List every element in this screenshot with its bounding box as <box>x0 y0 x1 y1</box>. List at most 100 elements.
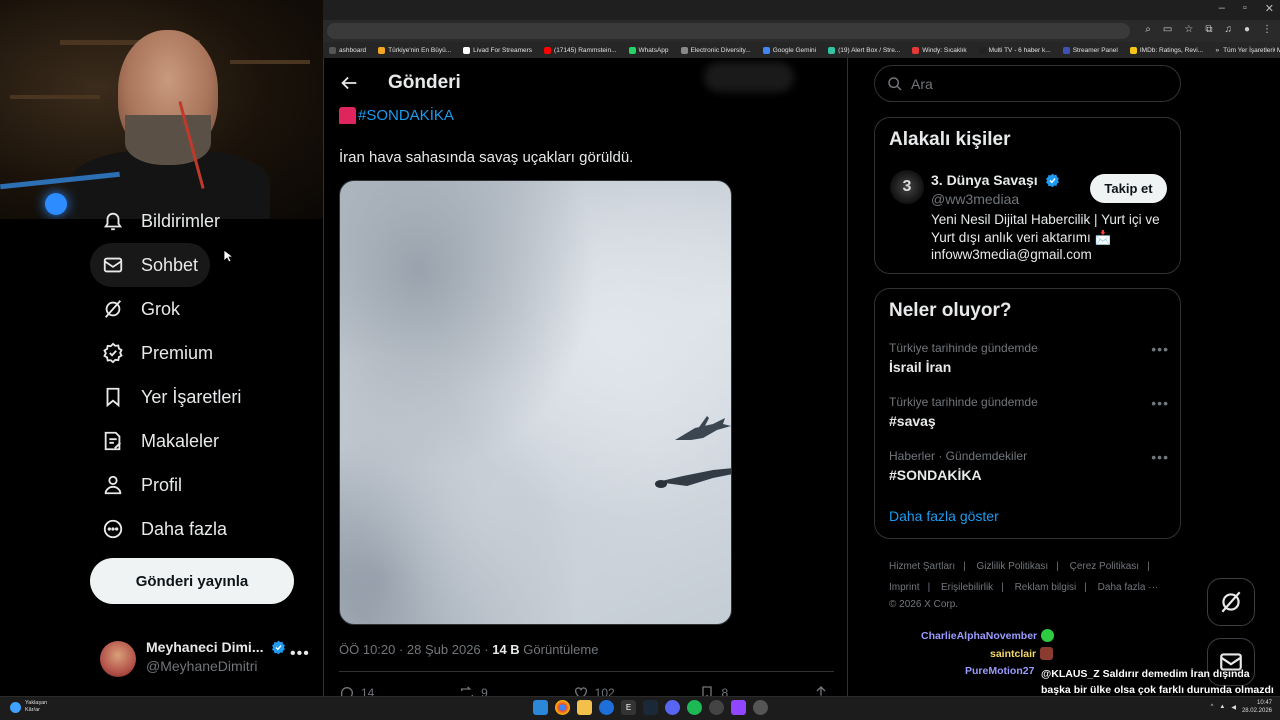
nav-item-grok[interactable]: Grok <box>90 287 192 331</box>
nav-item-articles[interactable]: Makaleler <box>90 419 231 463</box>
maximize-icon[interactable]: ▫ <box>1243 2 1247 15</box>
grok-floating-button[interactable] <box>1207 578 1255 626</box>
reply-button[interactable]: 14 <box>339 684 374 696</box>
bookmark-label: Türkiye'nin En Büyü... <box>388 46 452 54</box>
weather-widget[interactable]: Yaklaşan Kâr/ar <box>10 700 47 714</box>
panel-title: Alakalı kişiler <box>889 129 1011 150</box>
trend-item[interactable]: Türkiye tarihinde gündemde İsrail İran •… <box>889 341 1169 375</box>
nav-item-profile[interactable]: Profil <box>90 463 194 507</box>
hashtag-link[interactable]: #SONDAKİKA <box>358 107 454 124</box>
like-button[interactable]: 102 <box>573 684 615 696</box>
trend-more-icon[interactable]: ••• <box>1151 449 1169 465</box>
chevron-up-icon[interactable]: ^ <box>1211 704 1214 710</box>
file-explorer-icon[interactable] <box>577 700 592 715</box>
account-switcher[interactable]: Meyhaneci Dimi... @MeyhaneDimitri ••• <box>100 637 310 677</box>
microphone <box>45 193 67 215</box>
address-bar[interactable] <box>327 23 1130 39</box>
show-more-link[interactable]: Daha fazla göster <box>889 508 999 524</box>
clock-date: 28.02.2026 <box>1241 708 1272 714</box>
repost-button[interactable]: 9 <box>459 684 488 696</box>
nav-item-premium[interactable]: Premium <box>90 331 225 375</box>
bookmark-favicon-icon <box>828 46 836 54</box>
bookmark-item[interactable]: Türkiye'nin En Büyü... <box>372 46 457 54</box>
back-arrow-icon[interactable] <box>338 72 360 94</box>
bookmark-item[interactable]: Multi TV - 6 haber k... <box>973 46 1057 54</box>
media-icon[interactable]: ♫ <box>1224 24 1232 35</box>
search-box[interactable] <box>874 65 1181 102</box>
account-more-icon[interactable]: ••• <box>290 645 310 663</box>
network-icon[interactable]: ▲ <box>1219 704 1225 710</box>
share-button[interactable] <box>813 684 829 696</box>
profile-icon[interactable]: ● <box>1244 24 1250 35</box>
bookmark-item[interactable]: Google Gemini <box>757 46 822 54</box>
trend-item[interactable]: Türkiye tarihinde gündemde #savaş ••• <box>889 395 1169 429</box>
bell-icon <box>102 210 124 232</box>
chat-line: CharlieAlphaNovember <box>921 629 1055 642</box>
app-icon[interactable] <box>731 700 746 715</box>
app-icon[interactable] <box>753 700 768 715</box>
trend-context: Haberler · Gündemdekiler <box>889 449 1028 463</box>
footer-ads-link[interactable]: Reklam bilgisi <box>1015 582 1077 593</box>
post-timestamp[interactable]: ÖÖ 10:20 · 28 Şub 2026 · <box>339 642 492 657</box>
discord-icon[interactable] <box>665 700 680 715</box>
bookmark-item[interactable]: Streamer Panel <box>1057 46 1124 54</box>
close-icon[interactable]: ✕ <box>1265 2 1274 15</box>
bookmark-label: (19) Alert Box / Stre... <box>838 46 901 54</box>
repost-count: 9 <box>481 686 488 696</box>
bookmark-item[interactable]: Electronic Diversity... <box>675 46 757 54</box>
extensions-icon[interactable]: ⧉ <box>1205 24 1212 35</box>
bookmark-item[interactable]: (19) Alert Box / Stre... <box>822 46 906 54</box>
avatar[interactable]: 3 <box>890 170 924 204</box>
footer-cookies-link[interactable]: Çerez Politikası <box>1070 561 1139 572</box>
bookmark-item[interactable]: (17145) Rammstein... <box>538 46 623 54</box>
zoom-icon[interactable]: ⌕ <box>1145 24 1151 35</box>
menu-icon[interactable]: ⋮ <box>1262 24 1272 35</box>
chrome-icon[interactable] <box>555 700 570 715</box>
heart-icon <box>574 687 587 696</box>
steam-icon[interactable] <box>643 700 658 715</box>
footer-terms-link[interactable]: Hizmet Şartları <box>889 561 955 572</box>
app-icon[interactable] <box>599 700 614 715</box>
related-user-handle[interactable]: @ww3mediaa <box>931 191 1019 207</box>
post-button[interactable]: Gönderi yayınla <box>90 558 294 604</box>
trend-more-icon[interactable]: ••• <box>1151 341 1169 357</box>
bookmark-item[interactable]: IMDb: Ratings, Revi... <box>1124 46 1209 54</box>
bookmark-label: (17145) Rammstein... <box>554 46 617 54</box>
all-bookmarks-folder[interactable]: Tüm Yer İşaretleri <box>1223 47 1274 54</box>
bookmark-item[interactable]: Windy: Sıcaklık <box>906 46 972 54</box>
nav-label: Grok <box>141 298 181 319</box>
minimize-icon[interactable]: – <box>1219 2 1225 15</box>
nav-item-chat[interactable]: Sohbet <box>90 243 211 287</box>
nav-item-bookmarks[interactable]: Yer İşaretleri <box>90 375 253 419</box>
search-input[interactable] <box>911 66 1171 101</box>
footer-accessibility-link[interactable]: Erişilebilirlik <box>941 582 993 593</box>
nav-item-more[interactable]: Daha fazla <box>90 507 239 551</box>
trend-item[interactable]: Haberler · Gündemdekiler #SONDAKİKA ••• <box>889 449 1169 483</box>
bookmark-item[interactable]: ashboard <box>323 46 372 54</box>
obs-icon[interactable] <box>709 700 724 715</box>
windows-start-icon[interactable] <box>533 700 548 715</box>
bookmark-icon <box>702 686 713 696</box>
bookmark-button[interactable]: 8 <box>699 684 728 696</box>
footer-imprint-link[interactable]: Imprint <box>889 582 920 593</box>
siren-icon <box>339 107 356 124</box>
trend-title: #SONDAKİKA <box>889 467 982 483</box>
spotify-icon[interactable] <box>687 700 702 715</box>
star-icon[interactable]: ☆ <box>1184 24 1193 35</box>
nav-item-notifications[interactable]: Bildirimler <box>90 199 232 243</box>
footer-privacy-link[interactable]: Gizlilik Politikası <box>977 561 1049 572</box>
whatsapp-badge-icon <box>1041 629 1055 642</box>
view-label: Görüntüleme <box>519 642 599 657</box>
bookmarks-overflow-icon[interactable]: » <box>1215 47 1219 54</box>
clock[interactable]: 10:47 28.02.2026 <box>1242 699 1272 715</box>
follow-button[interactable]: Takip et <box>1090 174 1167 203</box>
bookmark-item[interactable]: Livad For Streamers <box>457 46 538 54</box>
bookmark-item[interactable]: WhatsApp <box>623 46 675 54</box>
epic-games-icon[interactable]: E <box>621 700 636 715</box>
trend-more-icon[interactable]: ••• <box>1151 395 1169 411</box>
post-video[interactable] <box>339 180 732 625</box>
volume-icon[interactable]: ◀ <box>1231 704 1236 711</box>
cast-icon[interactable]: ▭ <box>1163 24 1172 35</box>
related-user-name[interactable]: 3. Dünya Savaşı <box>931 172 1038 188</box>
footer-more-link[interactable]: Daha fazla ··· <box>1098 582 1159 593</box>
